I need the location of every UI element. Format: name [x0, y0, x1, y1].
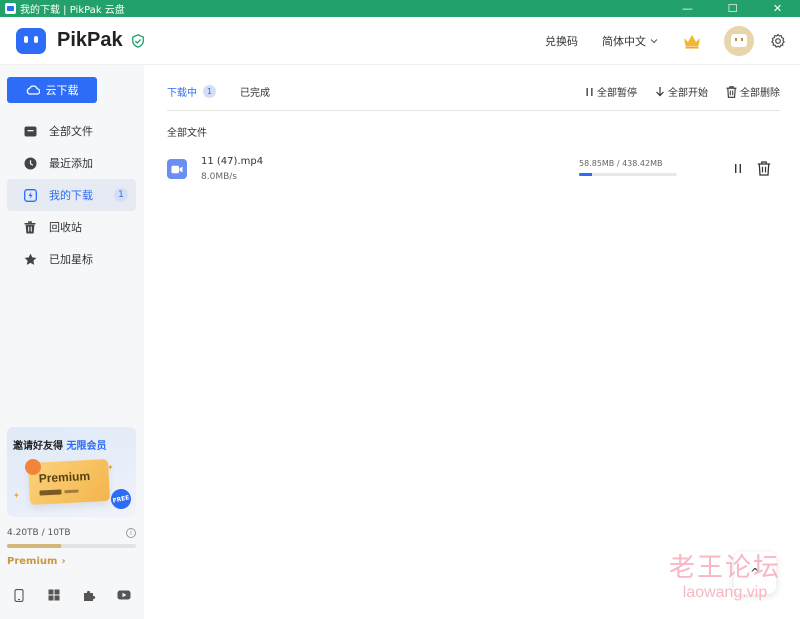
- user-avatar[interactable]: [724, 25, 754, 56]
- sidebar-item-recent[interactable]: 最近添加: [7, 147, 136, 179]
- youtube-icon[interactable]: [116, 587, 132, 603]
- progress-text: 58.85MB / 438.42MB: [579, 159, 663, 168]
- pikpak-logo-icon: [16, 27, 46, 54]
- trash-icon: [757, 161, 771, 176]
- folder-icon: [23, 124, 37, 138]
- premium-card-text: Premium: [38, 468, 91, 486]
- header-actions: 兑换码 简体中文: [545, 25, 786, 56]
- sidebar-item-label: 我的下载: [49, 189, 93, 202]
- app-logo-icon: [5, 3, 16, 14]
- extension-icon[interactable]: [81, 587, 97, 603]
- start-all-label: 全部开始: [668, 88, 708, 99]
- arrow-down-icon: [656, 87, 664, 97]
- window-title: 我的下载 | PikPak 云盘: [20, 5, 125, 16]
- chevron-down-icon: [650, 38, 658, 43]
- star-icon: [23, 252, 37, 266]
- language-label: 简体中文: [602, 34, 646, 48]
- download-icon: [23, 188, 37, 202]
- delete-all-label: 全部删除: [740, 88, 780, 99]
- cloud-download-label: 云下载: [45, 84, 79, 97]
- sidebar: 云下载 全部文件 最近添加 我的下载 1 回收站 已加星标 邀请好友得 无限会员…: [0, 65, 144, 619]
- storage-usage: 4.20TB / 10TB i Premium ›: [7, 528, 136, 567]
- close-button[interactable]: ✕: [755, 0, 800, 17]
- app-downloads-row: [7, 587, 136, 603]
- info-icon[interactable]: i: [126, 528, 136, 538]
- brand-name: PikPak: [57, 29, 123, 51]
- delete-button[interactable]: [757, 161, 771, 176]
- start-all-button[interactable]: 全部开始: [655, 84, 708, 99]
- cloud-link-icon: [26, 85, 40, 95]
- download-progress: 58.85MB / 438.42MB: [579, 159, 679, 176]
- storage-bar: [7, 544, 136, 548]
- gear-icon[interactable]: [770, 33, 786, 49]
- pause-all-button[interactable]: 全部暂停: [585, 84, 637, 99]
- sidebar-item-label: 已加星标: [49, 253, 93, 266]
- pause-all-label: 全部暂停: [597, 88, 637, 99]
- sidebar-item-label: 最近添加: [49, 157, 93, 170]
- download-count-badge: 1: [114, 188, 128, 202]
- crown-icon[interactable]: [682, 33, 702, 49]
- clock-icon: [23, 156, 37, 170]
- storage-text: 4.20TB / 10TB: [7, 528, 71, 538]
- chevron-right-icon: ›: [61, 556, 66, 567]
- invite-promo-banner[interactable]: 邀请好友得 无限会员 ✦ ✦ Premium FREE: [7, 427, 136, 517]
- card-logo-text: [64, 489, 79, 494]
- download-tabs: 下载中 1 已完成 全部暂停 全部开始 全部删除: [167, 83, 780, 111]
- progress-bar: [579, 173, 677, 176]
- main-content: 下载中 1 已完成 全部暂停 全部开始 全部删除 全部文件 11 (47).mp…: [144, 65, 800, 619]
- trash-icon: [726, 85, 737, 98]
- tab-label: 下载中: [167, 88, 197, 99]
- progress-bar-fill: [579, 173, 593, 176]
- sidebar-item-label: 全部文件: [49, 125, 93, 138]
- trash-icon: [23, 220, 37, 234]
- minimize-button[interactable]: —: [665, 0, 710, 17]
- premium-link[interactable]: Premium ›: [7, 556, 136, 567]
- brand[interactable]: PikPak: [16, 27, 145, 54]
- scroll-to-top-button[interactable]: ^: [734, 552, 776, 594]
- pause-icon: [735, 164, 741, 173]
- section-title: 全部文件: [167, 128, 207, 139]
- tab-downloading[interactable]: 下载中 1: [167, 83, 216, 111]
- sidebar-item-trash[interactable]: 回收站: [7, 211, 136, 243]
- sidebar-item-starred[interactable]: 已加星标: [7, 243, 136, 275]
- storage-bar-fill: [7, 544, 62, 548]
- tab-label: 已完成: [240, 88, 270, 99]
- language-selector[interactable]: 简体中文: [602, 33, 658, 49]
- windows-icon[interactable]: [46, 587, 62, 603]
- promo-title-text: 邀请好友得: [13, 441, 63, 452]
- promo-highlight: 无限会员: [66, 441, 107, 452]
- file-info: 11 (47).mp4 8.0MB/s: [201, 156, 263, 182]
- tab-count-badge: 1: [203, 85, 216, 98]
- window-titlebar: 我的下载 | PikPak 云盘 — ☐ ✕: [0, 0, 800, 17]
- maximize-button[interactable]: ☐: [710, 0, 755, 17]
- sidebar-item-my-downloads[interactable]: 我的下载 1: [7, 179, 136, 211]
- sidebar-item-label: 回收站: [49, 221, 82, 234]
- sidebar-item-all-files[interactable]: 全部文件: [7, 115, 136, 147]
- video-file-icon: [167, 159, 187, 179]
- free-tag: FREE: [109, 487, 133, 511]
- cloud-download-button[interactable]: 云下载: [7, 77, 97, 103]
- avatar-robot-icon: [731, 34, 747, 47]
- delete-all-button[interactable]: 全部删除: [726, 84, 780, 99]
- sparkle-icon: ✦: [13, 491, 20, 500]
- tab-completed[interactable]: 已完成: [240, 83, 270, 111]
- storage-row: 4.20TB / 10TB i: [7, 528, 136, 538]
- redeem-code-link[interactable]: 兑换码: [545, 33, 578, 49]
- bulk-actions: 全部暂停 全部开始 全部删除: [567, 84, 780, 109]
- download-speed: 8.0MB/s: [201, 172, 237, 182]
- premium-link-label: Premium: [7, 556, 58, 567]
- app-header: PikPak 兑换码 简体中文: [0, 17, 800, 65]
- sidebar-nav: 全部文件 最近添加 我的下载 1 回收站 已加星标: [7, 115, 136, 275]
- pause-icon: [586, 87, 593, 96]
- card-logo-mark: [39, 489, 62, 496]
- promo-title: 邀请好友得 无限会员: [13, 437, 106, 452]
- row-actions: [733, 161, 771, 176]
- gift-badge-icon: [25, 459, 41, 475]
- shield-check-icon: [131, 33, 144, 48]
- phone-icon[interactable]: [11, 587, 27, 603]
- table-row[interactable]: 11 (47).mp4 8.0MB/s 58.85MB / 438.42MB: [167, 151, 780, 187]
- file-name: 11 (47).mp4: [201, 156, 264, 167]
- pause-button[interactable]: [733, 163, 743, 174]
- window-controls: — ☐ ✕: [665, 0, 800, 17]
